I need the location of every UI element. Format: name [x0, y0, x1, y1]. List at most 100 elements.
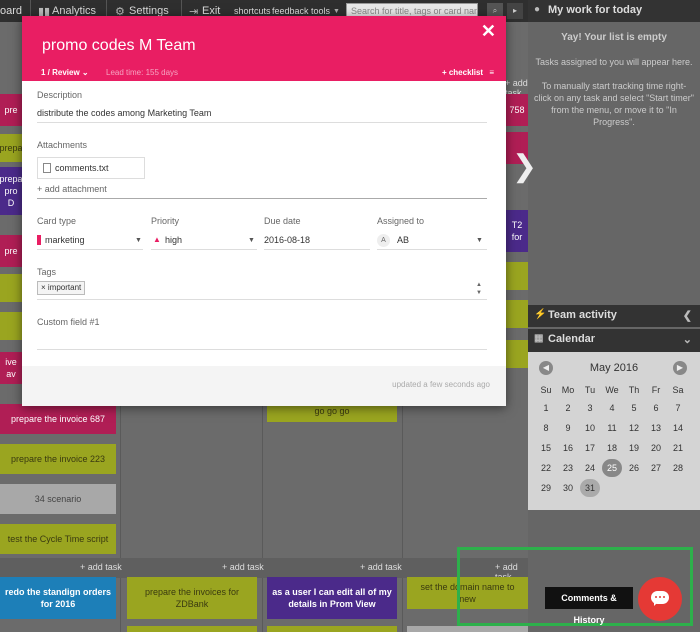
calendar-day[interactable]: 15	[536, 439, 556, 457]
calendar-day[interactable]: 7	[668, 399, 688, 417]
user-icon: ●	[534, 4, 541, 15]
task-card[interactable]: 34 scenario	[0, 484, 116, 514]
task-card[interactable]: pre	[0, 235, 22, 267]
custom-field-input[interactable]	[37, 349, 487, 350]
calendar-day[interactable]: 8	[536, 419, 556, 437]
task-card[interactable]	[506, 300, 528, 328]
next-card-arrow-icon[interactable]: ❯	[512, 152, 537, 182]
attachment-file[interactable]: comments.txt	[37, 157, 145, 179]
calendar-day[interactable]: 29	[536, 479, 556, 497]
collapse-panel-button[interactable]: ▸	[507, 3, 523, 19]
add-checklist-button[interactable]: + checklist ≡	[442, 68, 494, 77]
calendar-day[interactable]: 12	[624, 419, 644, 437]
due-date-input[interactable]: 2016-08-18	[264, 235, 310, 245]
task-card[interactable]	[0, 274, 22, 302]
divider	[37, 198, 487, 199]
tools-menu[interactable]: tools	[311, 6, 330, 16]
calendar-title: Calendar	[548, 333, 596, 345]
calendar-day[interactable]: 20	[646, 439, 666, 457]
comments-history-button[interactable]	[638, 577, 682, 621]
calendar-header[interactable]: ▦ Calendar ⌄	[528, 329, 700, 352]
task-card[interactable]: prepa pro D	[0, 167, 22, 215]
remove-tag-icon[interactable]: ×	[41, 283, 46, 292]
calendar-day[interactable]: 21	[668, 439, 688, 457]
task-card[interactable]: prepare the invoice 687	[0, 404, 116, 434]
next-month-button[interactable]: ▶	[673, 361, 687, 375]
task-card[interactable]	[506, 340, 528, 368]
calendar-day[interactable]: 11	[602, 419, 622, 437]
shortcuts-link[interactable]: shortcuts	[234, 6, 271, 16]
task-card[interactable]: prepa	[0, 134, 22, 162]
calendar-day[interactable]: 27	[646, 459, 666, 477]
task-card[interactable]	[127, 626, 257, 632]
team-activity-header[interactable]: ⚡ Team activity ❮	[528, 305, 700, 327]
task-card[interactable]	[267, 626, 397, 632]
calendar-widget: ◀ May 2016 ▶ Su Mo Tu We Th Fr Sa 1 2 3 4 5 6 7 8 9 10 11…	[528, 352, 700, 510]
add-task-link[interactable]: + add task	[360, 562, 402, 572]
task-card[interactable]: redo the standign orders for 2016	[0, 577, 116, 619]
task-card[interactable]	[0, 312, 22, 340]
search-icon: ⌕	[492, 6, 498, 15]
calendar-day[interactable]: 22	[536, 459, 556, 477]
add-attachment-link[interactable]: + add attachment	[37, 184, 107, 194]
task-card[interactable]: as a user I can edit all of my details i…	[267, 577, 397, 619]
calendar-day[interactable]: 14	[668, 419, 688, 437]
calendar-day[interactable]: 1	[536, 399, 556, 417]
card-line: T2	[511, 220, 523, 230]
my-work-header[interactable]: ● My work for today	[528, 0, 700, 22]
divider	[37, 249, 143, 250]
description-field[interactable]: distribute the codes among Marketing Tea…	[37, 108, 211, 118]
task-card[interactable]: 758	[506, 94, 528, 126]
card-type-color	[37, 235, 41, 245]
chevron-down-icon: ▼	[333, 8, 340, 15]
calendar-day[interactable]: 2	[558, 399, 578, 417]
calendar-day[interactable]: 10	[580, 419, 600, 437]
calendar-day[interactable]: 26	[624, 459, 644, 477]
stage-dropdown[interactable]: 1 / Review ⌄	[41, 68, 89, 77]
priority-select[interactable]: high	[165, 235, 182, 245]
task-card[interactable]: prepare the invoice 223	[0, 444, 116, 474]
calendar-day[interactable]: 19	[624, 439, 644, 457]
close-icon[interactable]: ✕	[481, 21, 496, 42]
calendar-day[interactable]: 16	[558, 439, 578, 457]
board-menu[interactable]: oard	[0, 5, 22, 17]
chevron-down-icon[interactable]: ▼	[472, 289, 486, 297]
add-task-link[interactable]: + add task	[222, 562, 264, 572]
task-card[interactable]: prepare the invoices for ZDBank	[127, 577, 257, 619]
task-card[interactable]: T2 for	[506, 210, 528, 252]
tags-stepper[interactable]: ▲ ▼	[472, 281, 486, 299]
calendar-day[interactable]: 4	[602, 399, 622, 417]
weekday-header: Tu	[584, 385, 596, 395]
calendar-day[interactable]: 24	[580, 459, 600, 477]
calendar-day[interactable]: 13	[646, 419, 666, 437]
calendar-day[interactable]: 31	[580, 479, 600, 497]
task-card[interactable]	[407, 626, 528, 632]
attachments-label: Attachments	[37, 140, 88, 150]
stage-label: 1 / Review	[41, 68, 80, 77]
team-activity-title: Team activity	[548, 309, 617, 321]
card-type-select[interactable]: marketing	[45, 235, 85, 245]
task-card[interactable]	[506, 262, 528, 290]
task-card[interactable]: pre	[0, 94, 22, 126]
card-title[interactable]: promo codes M Team	[42, 37, 196, 55]
task-card[interactable]: test the Cycle Time script	[0, 524, 116, 554]
calendar-day[interactable]: 3	[580, 399, 600, 417]
modal-header: promo codes M Team ✕ 1 / Review ⌄ Lead t…	[22, 16, 506, 81]
calendar-day[interactable]: 28	[668, 459, 688, 477]
divider	[37, 122, 487, 123]
calendar-day[interactable]: 23	[558, 459, 578, 477]
tag-chip[interactable]: × important	[37, 281, 86, 295]
assigned-to-select[interactable]: AB	[397, 235, 409, 245]
calendar-day[interactable]: 17	[580, 439, 600, 457]
calendar-day[interactable]: 9	[558, 419, 578, 437]
priority-arrow-icon: ▲	[153, 235, 161, 244]
calendar-day[interactable]: 30	[558, 479, 578, 497]
calendar-day[interactable]: 6	[646, 399, 666, 417]
calendar-day[interactable]: 18	[602, 439, 622, 457]
calendar-day[interactable]: 25	[602, 459, 622, 477]
add-task-link[interactable]: + add task	[80, 562, 122, 572]
calendar-day[interactable]: 5	[624, 399, 644, 417]
task-card[interactable]: ive av	[0, 352, 22, 384]
chevron-up-icon[interactable]: ▲	[472, 281, 486, 289]
feedback-link[interactable]: feedback	[272, 6, 309, 16]
